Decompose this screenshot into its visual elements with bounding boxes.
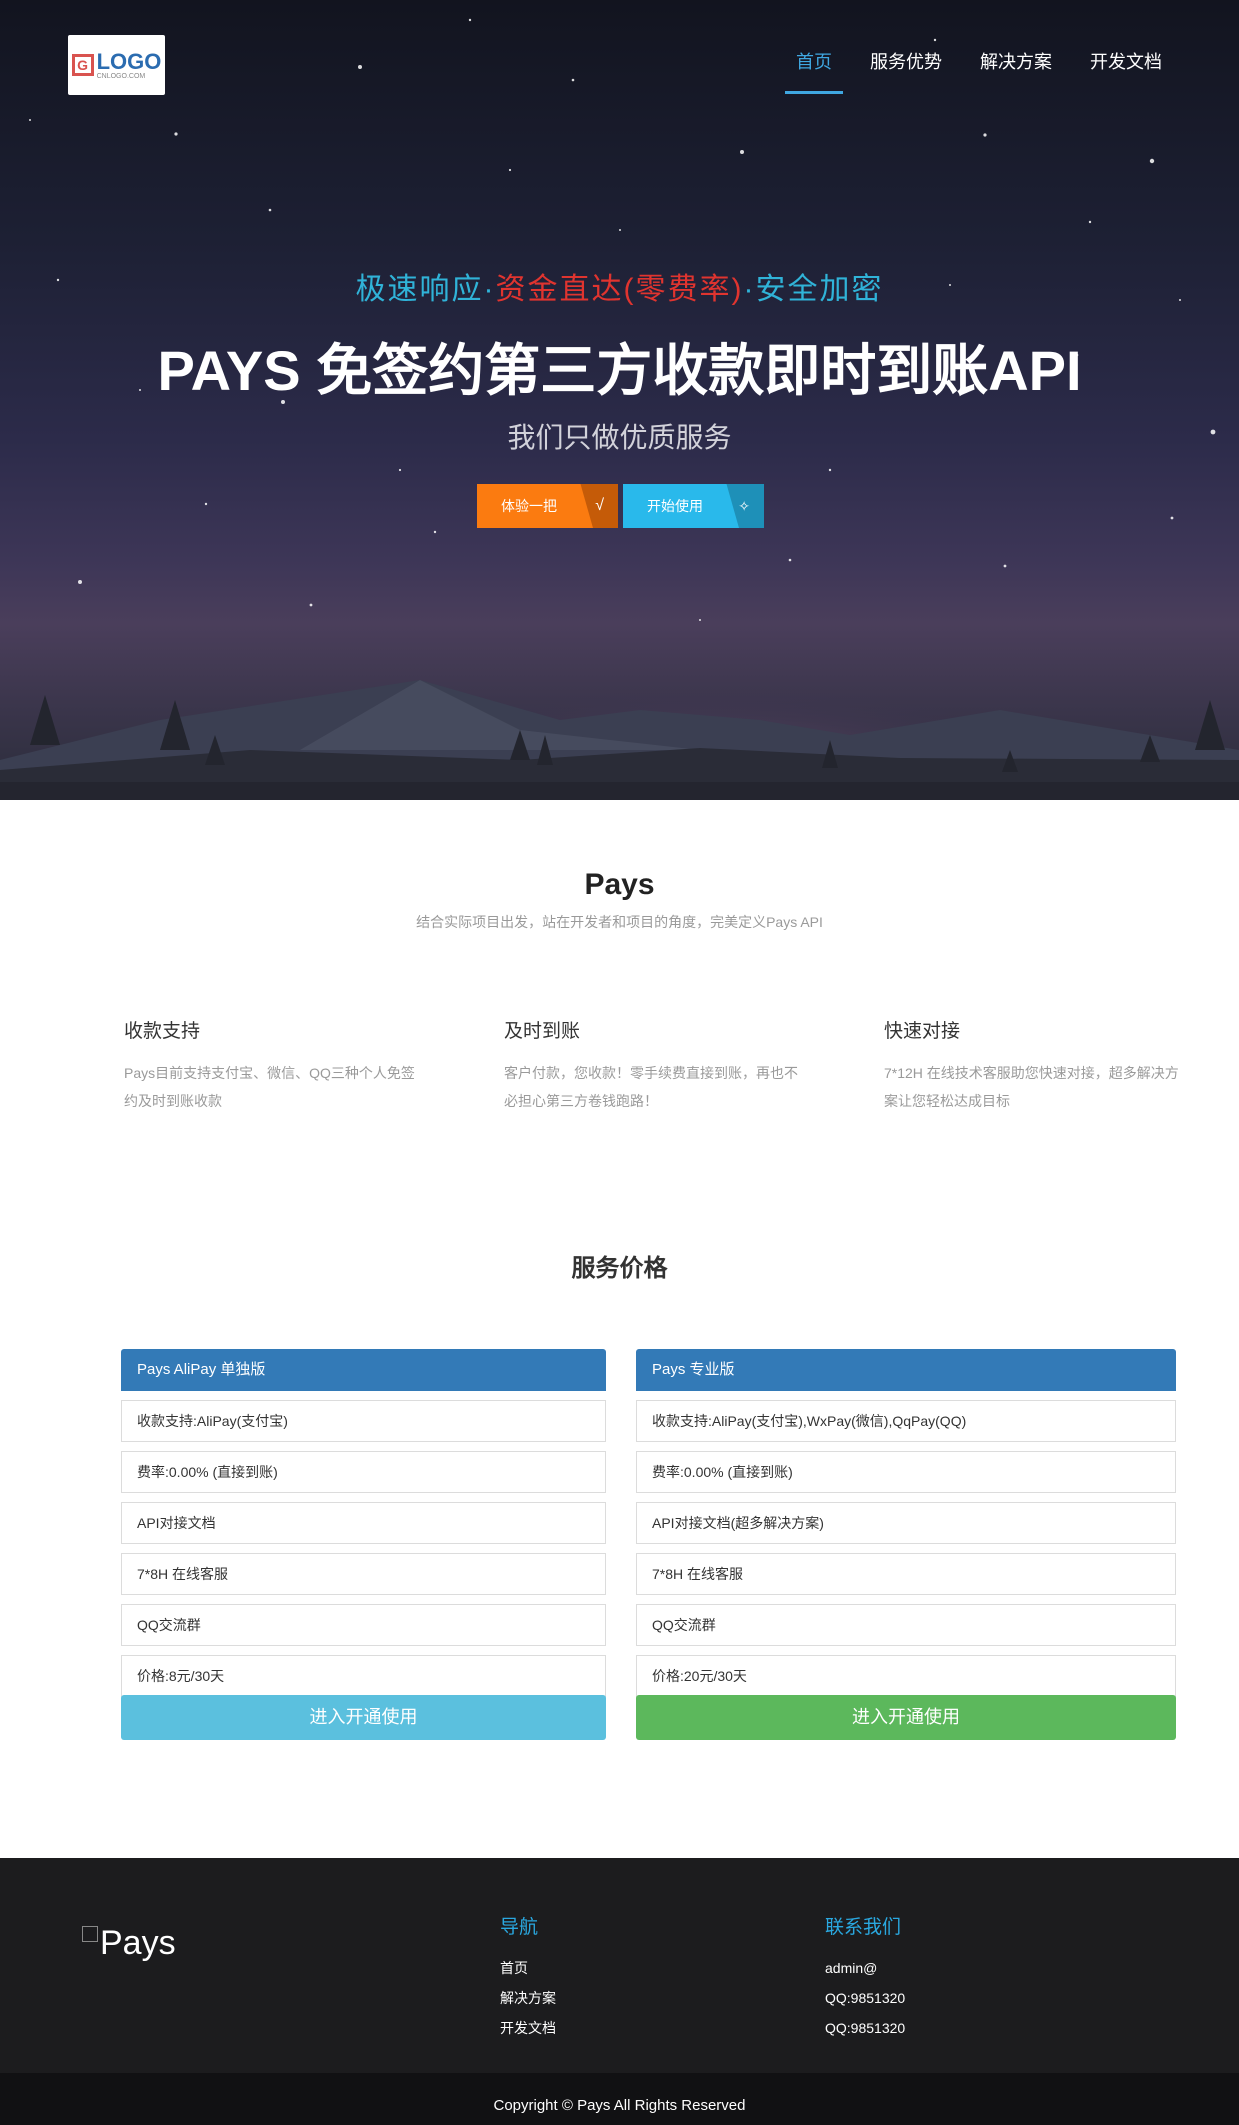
nav-service-advantages[interactable]: 服务优势 (859, 48, 953, 94)
feature-desc: 7*12H 在线技术客服助您快速对接，超多解决方案让您轻松达成目标 (884, 1065, 1179, 1109)
tagline-part-3: ·安全加密 (743, 273, 884, 306)
feature-title: 快速对接 (884, 1021, 961, 1042)
footer-contact-title: 联系我们 (825, 1917, 902, 1938)
plan-row: QQ交流群 (121, 1604, 606, 1646)
hero-title: PAYS 免签约第三方收款即时到账API (157, 339, 1082, 402)
plan-row: 收款支持:AliPay(支付宝) (121, 1400, 606, 1442)
plan-row: 费率:0.00% (直接到账) (636, 1451, 1176, 1493)
feature-instant-arrival: 及时到账 客户付款，您收款！零手续费直接到账，再也不必担心第三方卷钱跑路！ (504, 1016, 804, 1115)
footer-contact: 联系我们 admin@ QQ:9851320 QQ:9851320 (825, 1912, 905, 2043)
contact-qq: QQ:9851320 (825, 2020, 906, 2036)
plan-row: API对接文档 (121, 1502, 606, 1544)
footer-nav: 导航 首页 解决方案 开发文档 (500, 1912, 556, 2043)
start-using-label: 开始使用 (647, 498, 703, 514)
footer-link-docs[interactable]: 开发文档 (500, 2013, 556, 2043)
plan-row: 7*8H 在线客服 (121, 1553, 606, 1595)
start-using-button[interactable]: 开始使用 ✧ (623, 484, 764, 528)
copyright-bar: Copyright © Pays All Rights Reserved (0, 2073, 1239, 2125)
plan-row: 价格:8元/30天 (121, 1655, 606, 1697)
logo-sub: CNLOGO.COM (96, 72, 146, 80)
plan-row: 7*8H 在线客服 (636, 1553, 1176, 1595)
logo-mark: G (71, 54, 94, 76)
plan-alipay-card: Pays AliPay 单独版 收款支持:AliPay(支付宝) 费率:0.00… (121, 1349, 606, 1740)
feature-desc: 客户付款，您收款！零手续费直接到账，再也不必担心第三方卷钱跑路！ (504, 1065, 798, 1109)
nav-home[interactable]: 首页 (785, 48, 843, 94)
plan-row: 费率:0.00% (直接到账) (121, 1451, 606, 1493)
plan-row: API对接文档(超多解决方案) (636, 1502, 1176, 1544)
plan-row: QQ交流群 (636, 1604, 1176, 1646)
feature-title: 收款支持 (124, 1021, 201, 1042)
features-subtitle: 结合实际项目出发，站在开发者和项目的角度，完美定义Pays API (416, 914, 823, 930)
plan-row: 价格:20元/30天 (636, 1655, 1176, 1697)
main-nav: 首页 服务优势 解决方案 开发文档 (769, 48, 1173, 94)
tagline-part-2: 资金直达(零费率) (495, 273, 744, 306)
activate-pro-button[interactable]: 进入开通使用 (636, 1695, 1176, 1740)
feature-title: 及时到账 (504, 1021, 581, 1042)
features-title: Pays (584, 868, 655, 901)
logo-word: LOGO (96, 48, 162, 74)
pricing-title: 服务价格 (571, 1255, 668, 1282)
footer-logo[interactable]: Pays (82, 1924, 176, 1963)
site-footer: Pays 导航 首页 解决方案 开发文档 联系我们 admin@ QQ:9851… (0, 1858, 1239, 2073)
nav-dev-docs[interactable]: 开发文档 (1079, 48, 1173, 94)
footer-link-home[interactable]: 首页 (500, 1953, 556, 1983)
footer-logo-alt: Pays (100, 1924, 176, 1962)
tagline-part-1: 极速响应· (355, 273, 496, 306)
feature-desc: Pays目前支持支付宝、微信、QQ三种个人免签约及时到账收款 (124, 1065, 415, 1109)
broken-image-icon (82, 1926, 98, 1942)
hero-subtitle: 我们只做优质服务 (507, 422, 732, 453)
mountain-silhouette (0, 640, 1239, 800)
hero-tagline: 极速响应·资金直达(零费率)·安全加密 (0, 264, 1239, 308)
feature-payment-support: 收款支持 Pays目前支持支付宝、微信、QQ三种个人免签约及时到账收款 (124, 1016, 424, 1115)
contact-qq: QQ:9851320 (825, 1990, 906, 2006)
hero-banner: G LOGO CNLOGO.COM 首页 服务优势 解决方案 开发文档 极速响应… (0, 0, 1239, 800)
hero-buttons: 体验一把 √ 开始使用 ✧ (477, 484, 764, 528)
try-it-label: 体验一把 (501, 498, 557, 514)
nav-solutions[interactable]: 解决方案 (969, 48, 1063, 94)
site-logo[interactable]: G LOGO CNLOGO.COM (68, 35, 165, 95)
plan-header: Pays 专业版 (636, 1349, 1176, 1391)
contact-email: admin@ (825, 1960, 878, 1976)
try-it-button[interactable]: 体验一把 √ (477, 484, 618, 528)
plan-row: 收款支持:AliPay(支付宝),WxPay(微信),QqPay(QQ) (636, 1400, 1176, 1442)
plan-header: Pays AliPay 单独版 (121, 1349, 606, 1391)
footer-link-solutions[interactable]: 解决方案 (500, 1983, 556, 2013)
footer-nav-title: 导航 (500, 1917, 539, 1938)
activate-alipay-button[interactable]: 进入开通使用 (121, 1695, 606, 1740)
plan-pro-card: Pays 专业版 收款支持:AliPay(支付宝),WxPay(微信),QqPa… (636, 1349, 1176, 1740)
feature-fast-integration: 快速对接 7*12H 在线技术客服助您快速对接，超多解决方案让您轻松达成目标 (884, 1016, 1184, 1115)
